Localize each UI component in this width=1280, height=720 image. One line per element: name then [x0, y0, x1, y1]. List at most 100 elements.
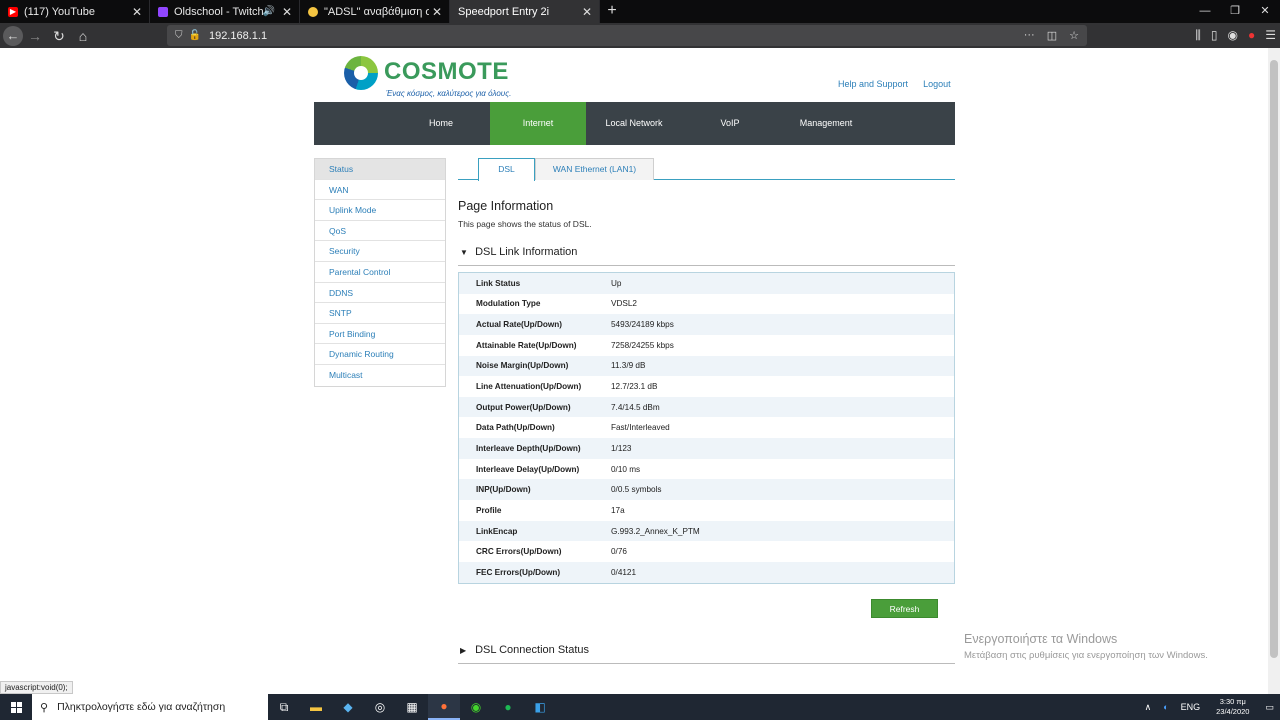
- windows-taskbar: ⚲ Πληκτρολογήστε εδώ για αναζήτηση ⧉ ▬ ◆…: [0, 694, 1280, 720]
- watermark-subtitle: Μετάβαση στις ρυθμίσεις για ενεργοποίηση…: [964, 650, 1208, 661]
- steam-icon[interactable]: ◎: [364, 694, 396, 720]
- sidebar-item-dynamic-routing[interactable]: Dynamic Routing: [315, 344, 445, 365]
- razer-icon[interactable]: ◉: [460, 694, 492, 720]
- windows-activation-watermark: Ενεργοποιήστε τα Windows Μετάβαση στις ρ…: [964, 632, 1208, 661]
- sidebar-item-wan[interactable]: WAN: [315, 180, 445, 201]
- nav-local-network[interactable]: Local Network: [586, 102, 682, 145]
- sidebar-item-qos[interactable]: QoS: [315, 221, 445, 242]
- sidebar-item-status[interactable]: Status: [315, 159, 445, 180]
- language-indicator[interactable]: ENG: [1181, 702, 1201, 712]
- tab-twitch[interactable]: Oldschool - Twitch 🔊 ✕: [150, 0, 300, 23]
- address-bar[interactable]: ⛉ 🔓 192.168.1.1 ··· ◫ ☆: [167, 25, 1087, 46]
- app-icon-blue[interactable]: ◧: [524, 694, 556, 720]
- nav-internet[interactable]: Internet: [490, 102, 586, 145]
- table-row: Interleave Depth(Up/Down) 1/123: [459, 438, 954, 459]
- url-text[interactable]: 192.168.1.1: [209, 30, 267, 42]
- sidebar-item-multicast[interactable]: Multicast: [315, 365, 445, 386]
- forward-arrow-icon[interactable]: →: [23, 25, 47, 47]
- nav-home[interactable]: Home: [314, 102, 490, 145]
- sidebar-item-sntp[interactable]: SNTP: [315, 303, 445, 324]
- row-value: 5493/24189 kbps: [611, 320, 674, 330]
- bookmark-star-icon[interactable]: ☆: [1069, 29, 1079, 42]
- pocket-icon[interactable]: ◫: [1047, 29, 1057, 42]
- section-title: DSL Connection Status: [475, 644, 589, 656]
- close-icon[interactable]: ✕: [429, 5, 445, 19]
- sidebar-item-port-binding[interactable]: Port Binding: [315, 324, 445, 345]
- row-key: Profile: [476, 505, 502, 515]
- new-tab-button[interactable]: +: [600, 0, 624, 23]
- section-dsl-connection-status[interactable]: ▶ DSL Connection Status: [458, 644, 955, 664]
- row-value: 7258/24255 kbps: [611, 340, 674, 350]
- row-key: Link Status: [476, 278, 521, 288]
- cosmote-logo[interactable]: COSMOTE Ένας κόσμος, καλύτερος για όλους…: [344, 56, 511, 100]
- firefox-icon[interactable]: ●: [428, 694, 460, 720]
- system-tray: ∧ ◐ ENG 3:30 πμ 23/4/2020 ▭: [1139, 694, 1280, 720]
- network-icon[interactable]: ◐: [1163, 702, 1168, 712]
- close-icon[interactable]: ✕: [579, 5, 595, 19]
- nav-voip[interactable]: VoIP: [682, 102, 778, 145]
- row-value: 17a: [611, 505, 625, 515]
- table-row: Modulation Type VDSL2: [459, 294, 954, 315]
- refresh-button[interactable]: Refresh: [871, 599, 938, 618]
- app-icon[interactable]: ▦: [396, 694, 428, 720]
- row-key: CRC Errors(Up/Down): [476, 547, 562, 557]
- sidebar-icon[interactable]: ▯: [1211, 25, 1218, 46]
- page-scrollbar[interactable]: [1268, 48, 1280, 694]
- shield-icon[interactable]: ⛉: [175, 30, 183, 41]
- account-icon[interactable]: ◉: [1228, 25, 1238, 46]
- logout-link[interactable]: Logout: [923, 79, 951, 89]
- restore-icon[interactable]: ❐: [1220, 0, 1250, 23]
- section-dsl-link-info[interactable]: ▼ DSL Link Information: [458, 246, 955, 266]
- speaker-icon[interactable]: 🔊: [263, 6, 275, 17]
- insecure-lock-icon[interactable]: 🔓: [189, 30, 201, 41]
- scrollbar-thumb[interactable]: [1270, 60, 1278, 658]
- more-icon[interactable]: ···: [1024, 29, 1035, 42]
- row-key: Interleave Delay(Up/Down): [476, 464, 580, 474]
- store-icon[interactable]: ◆: [332, 694, 364, 720]
- sidebar-item-ddns[interactable]: DDNS: [315, 283, 445, 304]
- menu-icon[interactable]: ☰: [1265, 25, 1276, 46]
- table-row: CRC Errors(Up/Down) 0/76: [459, 541, 954, 562]
- brand-name: COSMOTE: [384, 58, 509, 85]
- table-row: Attainable Rate(Up/Down) 7258/24255 kbps: [459, 335, 954, 356]
- cosmote-logo-icon: [344, 56, 378, 90]
- clock[interactable]: 3:30 πμ 23/4/2020: [1216, 697, 1249, 717]
- sidebar-item-uplink-mode[interactable]: Uplink Mode: [315, 200, 445, 221]
- help-link[interactable]: Help and Support: [838, 79, 908, 89]
- minimize-icon[interactable]: —: [1190, 0, 1220, 23]
- extension-icon[interactable]: ●: [1248, 25, 1255, 46]
- taskbar-search[interactable]: ⚲ Πληκτρολογήστε εδώ για αναζήτηση: [32, 694, 268, 720]
- sidebar-item-security[interactable]: Security: [315, 241, 445, 262]
- tab-youtube[interactable]: ▶ (117) YouTube ✕: [0, 0, 150, 23]
- nav-management[interactable]: Management: [778, 102, 874, 145]
- start-button[interactable]: [0, 694, 32, 720]
- page-description: This page shows the status of DSL.: [458, 219, 592, 229]
- close-icon[interactable]: ✕: [129, 5, 145, 19]
- library-icon[interactable]: ⫼: [1195, 25, 1201, 46]
- table-row: Profile 17a: [459, 500, 954, 521]
- tab-adsl-article[interactable]: "ADSL" αναβάθμιση σε VDSL - ✕: [300, 0, 450, 23]
- row-key: Interleave Depth(Up/Down): [476, 443, 581, 453]
- row-key: Modulation Type: [476, 299, 541, 309]
- tab-dsl[interactable]: DSL: [478, 158, 535, 181]
- file-explorer-icon[interactable]: ▬: [300, 694, 332, 720]
- chevron-up-icon[interactable]: ∧: [1145, 702, 1152, 713]
- back-arrow-icon[interactable]: ←: [3, 25, 23, 46]
- spotify-icon[interactable]: ●: [492, 694, 524, 720]
- home-icon[interactable]: ⌂: [71, 25, 95, 47]
- notification-icon[interactable]: ▭: [1265, 702, 1274, 713]
- task-view-icon[interactable]: ⧉: [268, 694, 300, 720]
- triangle-down-icon: ▼: [460, 248, 468, 257]
- tab-wan-ethernet[interactable]: WAN Ethernet (LAN1): [535, 158, 654, 180]
- row-value: G.993.2_Annex_K_PTM: [611, 526, 700, 536]
- window-close-icon[interactable]: ✕: [1250, 0, 1280, 23]
- row-value: 0/0.5 symbols: [611, 485, 662, 495]
- reload-icon[interactable]: ↻: [47, 25, 71, 47]
- close-icon[interactable]: ✕: [279, 5, 295, 19]
- tab-speedport[interactable]: Speedport Entry 2i ✕: [450, 0, 600, 23]
- sidebar-item-parental-control[interactable]: Parental Control: [315, 262, 445, 283]
- row-key: INP(Up/Down): [476, 485, 531, 495]
- row-value: Up: [611, 278, 622, 288]
- row-value: 1/123: [611, 443, 632, 453]
- clock-date: 23/4/2020: [1216, 707, 1250, 716]
